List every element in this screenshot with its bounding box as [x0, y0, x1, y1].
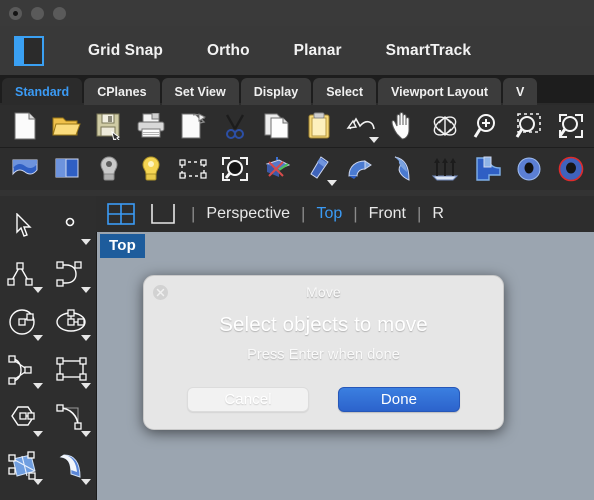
zoom-window-button[interactable]: [53, 6, 66, 20]
close-window-button[interactable]: [9, 6, 22, 20]
rhino-logo-icon: [14, 35, 44, 66]
select-points-icon[interactable]: [172, 149, 214, 189]
viewport-tab-front[interactable]: Front: [369, 205, 406, 223]
tab-select[interactable]: Select: [313, 78, 377, 105]
circle-icon[interactable]: [0, 298, 48, 346]
new-file-icon[interactable]: [4, 106, 46, 146]
close-icon[interactable]: [153, 285, 168, 300]
smarttrack-toggle[interactable]: SmartTrack: [386, 42, 471, 60]
viewport-name-label[interactable]: Top: [100, 234, 145, 258]
tab-set-view[interactable]: Set View: [161, 78, 239, 105]
polygon-icon[interactable]: [0, 394, 48, 442]
close-dot-icon: [13, 10, 18, 16]
four-view-layout-icon[interactable]: [104, 201, 138, 227]
separator: |: [353, 204, 358, 223]
left-tool-palette: [0, 196, 97, 500]
print-icon[interactable]: [130, 106, 172, 146]
flyout-arrow-icon[interactable]: [81, 383, 91, 389]
light-off-icon[interactable]: [88, 149, 130, 189]
osnap-header-bar: Grid Snap Ortho Planar SmartTrack: [0, 26, 594, 75]
standard-toolbar-row-1: [0, 105, 594, 148]
flyout-arrow-icon[interactable]: [81, 239, 91, 245]
flyout-arrow-icon[interactable]: [33, 431, 43, 437]
extrude-up-icon[interactable]: [424, 149, 466, 189]
select-arrow-icon[interactable]: [0, 202, 48, 250]
cut-page-icon[interactable]: [172, 106, 214, 146]
pipe-bend-icon[interactable]: [340, 149, 382, 189]
dialog-hint: Press Enter when done: [247, 347, 400, 363]
curve-arc-icon[interactable]: [48, 250, 96, 298]
scissors-icon[interactable]: [214, 106, 256, 146]
sweep-icon[interactable]: [382, 149, 424, 189]
separator: |: [301, 204, 306, 223]
rotate-view-icon[interactable]: [424, 106, 466, 146]
ellipse-icon[interactable]: [48, 298, 96, 346]
copy-icon[interactable]: [256, 106, 298, 146]
minimize-window-button[interactable]: [31, 6, 44, 20]
viewport-tab-right[interactable]: R: [432, 205, 444, 223]
viewport-tab-perspective[interactable]: Perspective: [206, 205, 290, 223]
bolt-icon[interactable]: [298, 149, 340, 189]
open-folder-icon[interactable]: [46, 106, 88, 146]
pan-hand-icon[interactable]: [382, 106, 424, 146]
surface-from-points-icon[interactable]: [0, 442, 48, 490]
circle-red-icon[interactable]: [550, 149, 592, 189]
dialog-button-row: Cancel Done: [144, 387, 503, 412]
surface-loft-icon[interactable]: [4, 149, 46, 189]
surface-sweep-icon[interactable]: [48, 442, 96, 490]
flyout-arrow-icon[interactable]: [33, 383, 43, 389]
window-titlebar: [0, 0, 594, 26]
light-on-icon[interactable]: [130, 149, 172, 189]
dialog-title: Move: [306, 284, 341, 300]
paste-icon[interactable]: [298, 106, 340, 146]
toolbar-tab-strip: Standard CPlanes Set View Display Select…: [0, 75, 594, 105]
flyout-arrow-icon[interactable]: [33, 479, 43, 485]
rectangle-icon[interactable]: [48, 346, 96, 394]
flyout-arrow-icon[interactable]: [33, 335, 43, 341]
point-icon[interactable]: [48, 202, 96, 250]
torus-icon[interactable]: [508, 149, 550, 189]
single-view-layout-icon[interactable]: [146, 201, 180, 227]
done-button[interactable]: Done: [338, 387, 460, 412]
gumball-icon[interactable]: [256, 149, 298, 189]
flyout-arrow-icon[interactable]: [81, 287, 91, 293]
zoom-window-icon[interactable]: [508, 106, 550, 146]
cancel-button[interactable]: Cancel: [187, 387, 309, 412]
surface-extrude-icon[interactable]: [46, 149, 88, 189]
flyout-arrow-icon[interactable]: [81, 479, 91, 485]
modeling-aids-group: Grid Snap Ortho Planar SmartTrack: [88, 42, 471, 60]
select-zoom-icon[interactable]: [214, 149, 256, 189]
flyout-arrow-icon[interactable]: [369, 137, 379, 143]
move-command-dialog: Move Select objects to move Press Enter …: [143, 275, 504, 430]
tab-standard[interactable]: Standard: [2, 78, 83, 105]
ortho-toggle[interactable]: Ortho: [207, 42, 250, 60]
polyline-icon[interactable]: [0, 250, 48, 298]
grid-snap-toggle[interactable]: Grid Snap: [88, 42, 163, 60]
separator: |: [417, 204, 422, 223]
fillet-curve-icon[interactable]: [48, 394, 96, 442]
planar-toggle[interactable]: Planar: [294, 42, 342, 60]
zoom-extents-icon[interactable]: [550, 106, 592, 146]
arc-triangle-icon[interactable]: [0, 346, 48, 394]
standard-toolbar-row-2: [0, 148, 594, 190]
flyout-arrow-icon[interactable]: [33, 287, 43, 293]
tab-display[interactable]: Display: [240, 78, 312, 105]
boolean-icon[interactable]: [466, 149, 508, 189]
tab-cplanes[interactable]: CPlanes: [84, 78, 160, 105]
undo-icon[interactable]: [340, 106, 382, 146]
save-icon[interactable]: [88, 106, 130, 146]
zoom-in-icon[interactable]: [466, 106, 508, 146]
dialog-prompt: Select objects to move: [219, 313, 428, 336]
tab-viewport-layout[interactable]: Viewport Layout: [378, 78, 502, 105]
tab-visibility[interactable]: V: [503, 78, 538, 105]
flyout-arrow-icon[interactable]: [327, 180, 337, 186]
flyout-arrow-icon[interactable]: [81, 335, 91, 341]
viewport-tab-top[interactable]: Top: [316, 205, 342, 223]
flyout-arrow-icon[interactable]: [81, 431, 91, 437]
rhino-window: Grid Snap Ortho Planar SmartTrack Standa…: [0, 0, 594, 500]
viewport-tab-bar: | Perspective | Top | Front | R: [96, 196, 594, 232]
separator: |: [191, 204, 196, 223]
